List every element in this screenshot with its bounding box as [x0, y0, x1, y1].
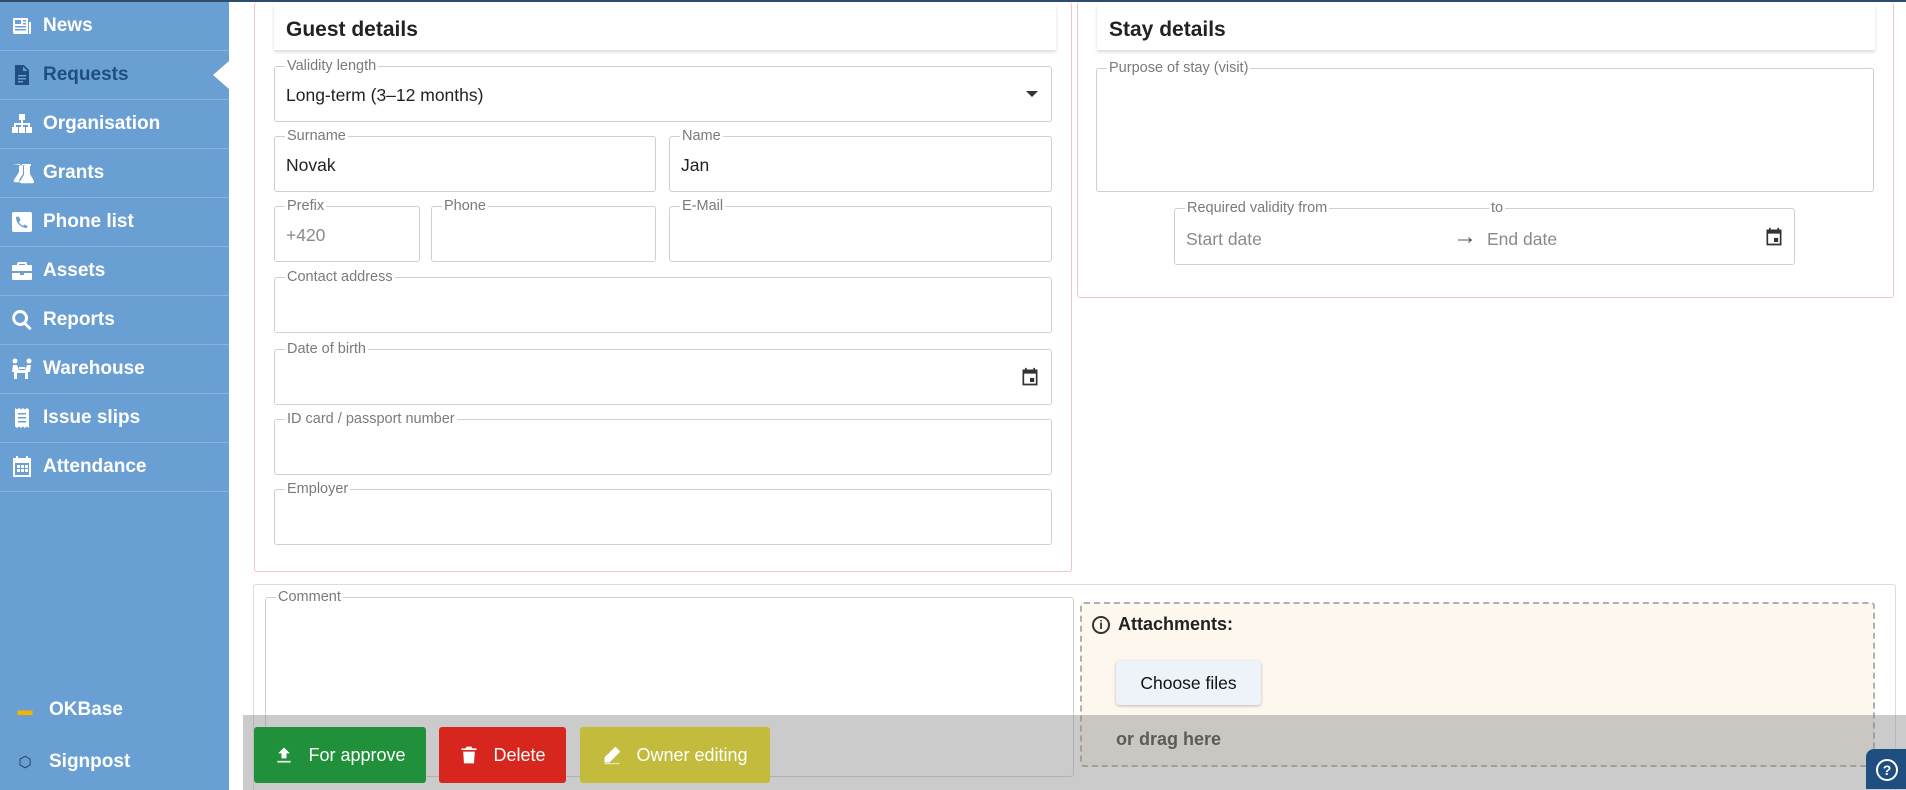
sidebar-item-label: Signpost: [49, 751, 131, 772]
signpost-icon: ⬡: [18, 754, 32, 771]
help-button[interactable]: ?: [1866, 749, 1906, 789]
receipt-icon: [9, 405, 35, 431]
calendar-icon[interactable]: [1764, 227, 1784, 247]
sidebar-item-reports[interactable]: Reports: [0, 296, 229, 345]
field-label: Phone: [442, 198, 488, 214]
field-placeholder: +420: [286, 225, 326, 245]
field-label: ID card / passport number: [285, 411, 457, 427]
sidebar-item-news[interactable]: News: [0, 2, 229, 51]
sidebar-item-label: Grants: [43, 162, 105, 183]
delete-button[interactable]: Delete: [439, 727, 566, 783]
button-label: Delete: [493, 744, 546, 765]
sidebar-item-warehouse[interactable]: Warehouse: [0, 345, 229, 394]
search-icon: [9, 307, 35, 333]
phone-icon: [9, 209, 35, 235]
sidebar-item-assets[interactable]: Assets: [0, 247, 229, 296]
id-passport-field[interactable]: ID card / passport number: [274, 411, 1052, 475]
sidebar-item-attendance[interactable]: Attendance: [0, 443, 229, 492]
for-approve-button[interactable]: For approve: [254, 727, 426, 783]
end-date-input[interactable]: End date: [1487, 229, 1557, 250]
upload-icon: [277, 747, 292, 763]
info-icon: i: [1092, 615, 1110, 634]
contact-address-field[interactable]: Contact address: [274, 269, 1052, 333]
sidebar-item-requests[interactable]: Requests: [0, 51, 229, 100]
field-label: Prefix: [285, 198, 327, 214]
attachments-label: Attachments:: [1118, 614, 1234, 634]
field-value: Novak: [286, 155, 336, 175]
sidebar-item-organisation[interactable]: Organisation: [0, 100, 229, 149]
calendar-icon[interactable]: [1020, 367, 1040, 387]
sidebar-item-phone-list[interactable]: Phone list: [0, 198, 229, 247]
sidebar-item-label: Assets: [43, 260, 106, 281]
sidebar-item-grants[interactable]: Grants: [0, 149, 229, 198]
trash-icon: [461, 746, 477, 764]
required-validity-range[interactable]: Required validity from to Start date → E…: [1174, 200, 1795, 265]
help-icon: ?: [1876, 759, 1898, 781]
email-field[interactable]: E-Mail: [669, 198, 1052, 262]
field-label: Surname: [285, 128, 348, 144]
prefix-field[interactable]: Prefix +420: [274, 198, 420, 262]
field-label: Required validity from: [1185, 200, 1330, 216]
okbase-logo-icon: ▬: [17, 701, 33, 719]
stay-details-title: Stay details: [1097, 4, 1875, 50]
field-label: E-Mail: [680, 198, 726, 214]
sidebar: News Requests Organisation Grants Phone …: [0, 2, 229, 790]
sidebar-item-label: Attendance: [43, 456, 147, 477]
field-value: Jan: [681, 155, 710, 175]
briefcase-icon: [9, 258, 35, 284]
field-label: Employer: [285, 481, 351, 497]
start-date-input[interactable]: Start date: [1186, 229, 1262, 250]
sidebar-item-issue-slips[interactable]: Issue slips: [0, 394, 229, 443]
flask-icon: [9, 160, 35, 186]
sidebar-item-label: Phone list: [43, 211, 134, 232]
field-label-to: to: [1489, 200, 1506, 216]
field-label: Comment: [276, 589, 343, 605]
phone-field[interactable]: Phone: [431, 198, 656, 262]
purpose-of-stay-field[interactable]: Purpose of stay (visit): [1096, 60, 1874, 192]
field-label: Name: [680, 128, 723, 144]
org-chart-icon: [9, 111, 35, 137]
document-icon: [9, 62, 35, 88]
surname-field[interactable]: Surname Novak: [274, 128, 656, 192]
calendar-icon: [9, 454, 35, 480]
sidebar-item-label: Issue slips: [43, 407, 141, 428]
field-label: Purpose of stay (visit): [1107, 60, 1251, 76]
date-of-birth-field[interactable]: Date of birth: [274, 341, 1052, 405]
guest-details-title: Guest details: [274, 4, 1056, 50]
name-field[interactable]: Name Jan: [669, 128, 1052, 192]
owner-editing-button[interactable]: Owner editing: [580, 727, 770, 783]
sidebar-item-okbase[interactable]: ▬ OKBase: [0, 690, 229, 730]
sidebar-item-label: News: [43, 15, 93, 36]
sidebar-item-label: Requests: [43, 64, 129, 85]
button-label: Owner editing: [636, 744, 748, 765]
employer-field[interactable]: Employer: [274, 481, 1052, 545]
button-label: For approve: [308, 744, 406, 765]
chevron-down-icon: [1026, 91, 1038, 97]
sidebar-item-label: Organisation: [43, 113, 161, 134]
field-value: Long-term (3–12 months): [286, 85, 484, 105]
newspaper-icon: [9, 13, 35, 39]
pencil-icon: [604, 746, 621, 765]
arrow-right-icon: →: [1453, 223, 1477, 250]
field-label: Date of birth: [285, 341, 368, 357]
sidebar-item-signpost[interactable]: ⬡ Signpost: [0, 742, 229, 782]
sidebar-item-label: Reports: [43, 309, 115, 330]
sidebar-item-label: Warehouse: [43, 358, 145, 379]
attachments-title: i Attachments:: [1092, 614, 1233, 635]
people-carry-icon: [9, 356, 35, 382]
choose-files-button[interactable]: Choose files: [1116, 661, 1261, 705]
sidebar-item-label: OKBase: [49, 699, 123, 720]
action-bar: For approve Delete Owner editing: [243, 715, 1906, 790]
validity-length-select[interactable]: Validity length Long-term (3–12 months): [274, 58, 1052, 122]
field-label: Validity length: [285, 58, 379, 74]
field-label: Contact address: [285, 269, 395, 285]
